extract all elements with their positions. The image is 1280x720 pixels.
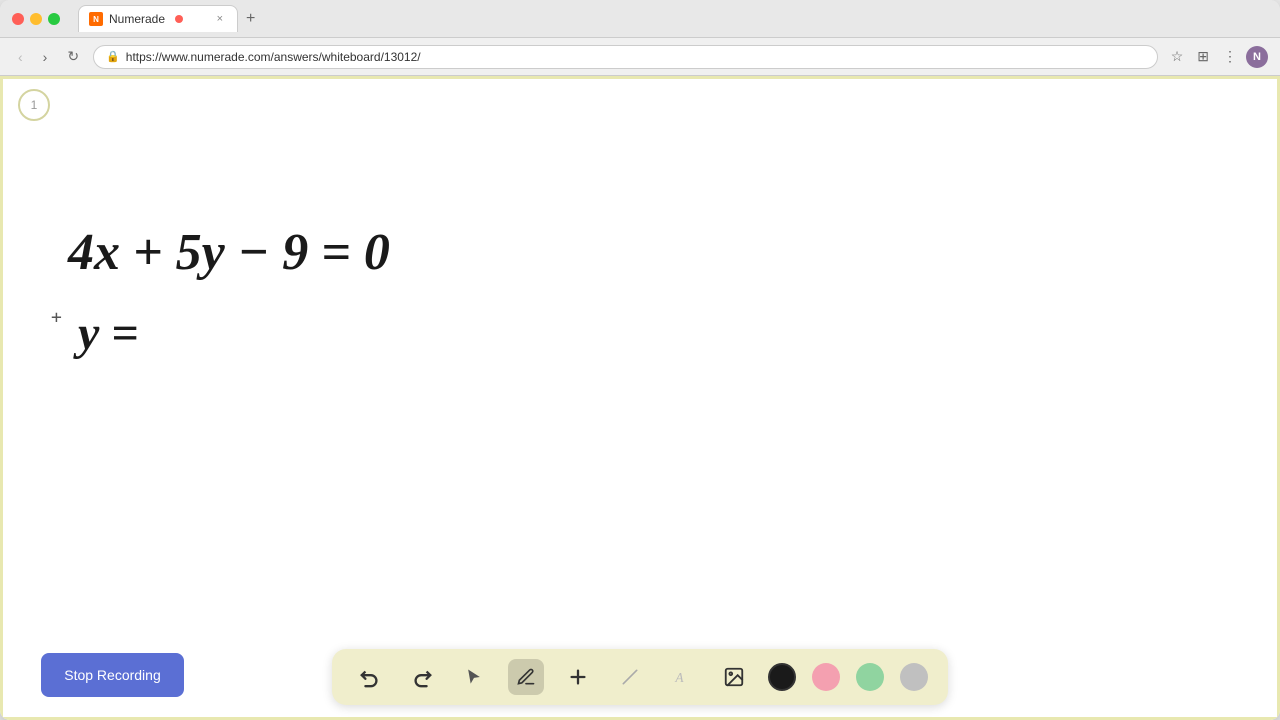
close-button[interactable] [12,13,24,25]
new-tab-button[interactable]: + [238,6,263,32]
active-tab[interactable]: N Numerade × [78,5,238,32]
maximize-button[interactable] [48,13,60,25]
traffic-lights [12,13,60,25]
address-bar-row: ‹ › ↻ 🔒 https://www.numerade.com/answers… [0,38,1280,76]
cursor-indicator: + [51,307,62,328]
undo-tool[interactable] [352,659,388,695]
svg-text:4x + 5y − 9 = 0: 4x + 5y − 9 = 0 [67,224,390,281]
text-tool[interactable]: A [664,659,700,695]
address-bar[interactable]: 🔒 https://www.numerade.com/answers/white… [93,45,1158,69]
content-area: 1 4x + 5y − 9 = 0 y = + Stop Recording [0,76,1280,720]
minimize-button[interactable] [30,13,42,25]
redo-tool[interactable] [404,659,440,695]
svg-text:y =: y = [73,307,139,360]
title-bar: N Numerade × + [0,0,1280,38]
extensions-icon[interactable]: ⊞ [1192,44,1214,69]
color-pink[interactable] [812,663,840,691]
tab-bar: N Numerade × + [78,5,263,32]
image-tool[interactable] [716,659,752,695]
tab-favicon: N [89,12,103,26]
color-gray[interactable] [900,663,928,691]
add-tool[interactable] [560,659,596,695]
color-black[interactable] [768,663,796,691]
page-number: 1 [18,89,50,121]
pen-tool[interactable] [508,659,544,695]
select-tool[interactable] [456,659,492,695]
math-equations: 4x + 5y − 9 = 0 y = [48,209,448,389]
browser-toolbar-right: ☆ ⊞ ⋮ N [1166,44,1268,69]
refresh-button[interactable]: ↻ [61,44,85,69]
url-text: https://www.numerade.com/answers/whitebo… [126,50,1145,64]
lock-icon: 🔒 [106,50,120,63]
tab-title: Numerade [109,12,165,26]
menu-icon[interactable]: ⋮ [1218,44,1242,69]
recording-indicator [175,15,183,23]
tab-close-button[interactable]: × [217,13,223,25]
eraser-tool[interactable] [612,659,648,695]
back-button[interactable]: ‹ [12,45,29,69]
bookmark-icon[interactable]: ☆ [1166,44,1189,69]
color-green[interactable] [856,663,884,691]
avatar[interactable]: N [1246,46,1268,68]
browser-window: N Numerade × + ‹ › ↻ 🔒 https://www.numer… [0,0,1280,720]
bottom-toolbar: A [332,649,948,705]
forward-button[interactable]: › [37,45,54,69]
svg-text:A: A [674,670,684,685]
stop-recording-button[interactable]: Stop Recording [41,653,184,697]
